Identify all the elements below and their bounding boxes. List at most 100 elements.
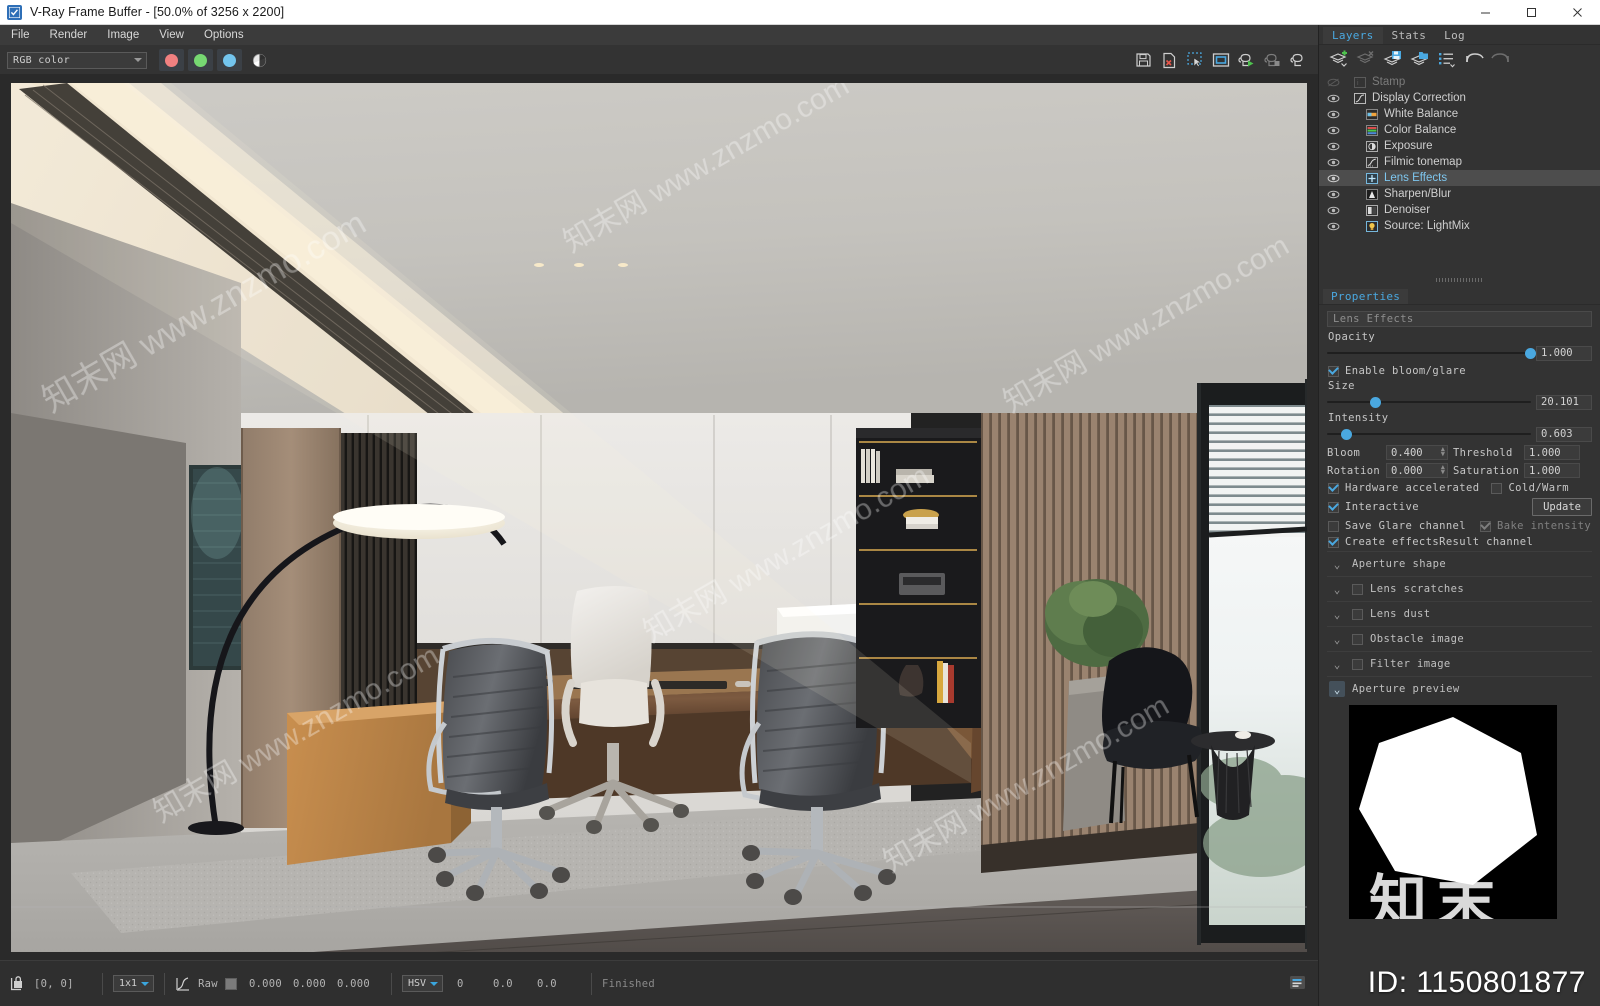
tab-log[interactable]: Log [1435, 27, 1474, 44]
saturation-value[interactable]: 1.000 [1524, 463, 1580, 478]
obstacle-image-checkbox[interactable] [1352, 633, 1363, 645]
menu-file[interactable]: File [2, 26, 39, 45]
bloom-spinner[interactable]: ▲ ▼ [1441, 446, 1445, 458]
size-slider-knob[interactable] [1369, 397, 1381, 408]
load-layers-icon[interactable] [1407, 48, 1432, 70]
show-vfb-window-icon[interactable] [1210, 49, 1232, 71]
eye-icon[interactable] [1325, 203, 1341, 217]
layer-row-sharpen-blur[interactable]: Sharpen/Blur [1319, 186, 1600, 202]
tab-stats[interactable]: Stats [1383, 27, 1436, 44]
alpha-channel-button[interactable] [248, 49, 270, 71]
threshold-value[interactable]: 1.000 [1524, 445, 1580, 460]
layer-row-source-lightmix[interactable]: Source: LightMix [1319, 218, 1600, 234]
color-curve-icon[interactable] [175, 976, 191, 992]
channel-select[interactable]: RGB color [7, 51, 147, 69]
opacity-slider[interactable] [1327, 346, 1536, 360]
filter-image-checkbox[interactable] [1352, 658, 1363, 670]
undo-icon[interactable] [1461, 48, 1486, 70]
region-render-icon[interactable] [1184, 49, 1206, 71]
image-viewport[interactable]: 知末网 www.znzmo.com 知末网 www.znzmo.com 知末网 … [0, 74, 1318, 960]
menu-render[interactable]: Render [41, 26, 97, 45]
enable-bloom-row[interactable]: Enable bloom/glare [1328, 365, 1592, 377]
section-aperture-shape[interactable]: ⌄ Aperture shape [1327, 551, 1592, 576]
create-effects-checkbox[interactable] [1328, 536, 1339, 548]
section-lens-scratches[interactable]: ⌄ Lens scratches [1327, 576, 1592, 601]
red-channel-button[interactable] [159, 49, 184, 71]
eye-icon[interactable] [1325, 155, 1341, 169]
layer-presets-icon[interactable] [1434, 48, 1459, 70]
green-channel-button[interactable] [188, 49, 213, 71]
color-mode-select[interactable]: HSV [401, 975, 443, 992]
opacity-slider-knob[interactable] [1524, 348, 1536, 359]
layer-row-white-balance[interactable]: White Balance [1319, 106, 1600, 122]
interactive-checkbox[interactable] [1328, 501, 1339, 513]
delete-layer-icon[interactable] [1353, 48, 1378, 70]
maximize-button[interactable] [1508, 0, 1554, 25]
layer-row-stamp[interactable]: i Stamp [1319, 74, 1600, 90]
dock-splitter[interactable] [1319, 274, 1600, 286]
update-button[interactable]: Update [1532, 498, 1592, 516]
size-slider[interactable] [1327, 395, 1531, 409]
stop-render-icon[interactable] [1262, 49, 1284, 71]
layer-row-display-correction[interactable]: Display Correction [1319, 90, 1600, 106]
opacity-value[interactable]: 1.000 [1536, 345, 1592, 361]
section-lens-dust[interactable]: ⌄ Lens dust [1327, 601, 1592, 626]
chevron-expand-icon[interactable]: ⌄ [1329, 606, 1345, 622]
eye-icon[interactable] [1325, 139, 1341, 153]
intensity-value[interactable]: 0.603 [1536, 426, 1592, 442]
hardware-accelerated-checkbox[interactable] [1328, 482, 1339, 494]
chevron-expand-icon[interactable]: ⌄ [1329, 581, 1345, 597]
enable-bloom-checkbox[interactable] [1328, 365, 1339, 377]
rotation-spinner[interactable]: ▲ ▼ [1441, 464, 1445, 476]
size-value[interactable]: 20.101 [1536, 394, 1592, 410]
layer-row-exposure[interactable]: Exposure [1319, 138, 1600, 154]
layer-row-filmic-tonemap[interactable]: Filmic tonemap [1319, 154, 1600, 170]
chevron-expand-icon[interactable]: ⌄ [1329, 656, 1345, 672]
start-render-icon[interactable] [1236, 49, 1258, 71]
bloom-value[interactable]: 0.400 ▲ ▼ [1386, 445, 1448, 460]
pixel-lock-icon[interactable] [10, 975, 24, 992]
chevron-expand-icon[interactable]: ⌄ [1329, 631, 1345, 647]
intensity-slider-knob[interactable] [1341, 429, 1353, 440]
save-layers-icon[interactable] [1380, 48, 1405, 70]
layer-row-color-balance[interactable]: Color Balance [1319, 122, 1600, 138]
eye-icon[interactable] [1325, 107, 1341, 121]
menu-view[interactable]: View [150, 26, 193, 45]
eye-icon[interactable] [1325, 123, 1341, 137]
add-layer-icon[interactable] [1326, 48, 1351, 70]
intensity-slider[interactable] [1327, 427, 1531, 441]
section-filter-image[interactable]: ⌄ Filter image [1327, 651, 1592, 676]
chevron-expand-icon[interactable]: ⌄ [1329, 556, 1345, 572]
eye-off-icon[interactable] [1325, 75, 1341, 89]
chevron-collapse-icon[interactable]: ⌄ [1329, 681, 1345, 697]
rotation-value[interactable]: 0.000 ▲ ▼ [1386, 463, 1448, 478]
minimize-button[interactable] [1462, 0, 1508, 25]
blue-channel-button[interactable] [217, 49, 242, 71]
tab-layers[interactable]: Layers [1323, 27, 1383, 44]
lens-dust-checkbox[interactable] [1352, 608, 1363, 620]
layer-row-denoiser[interactable]: Denoiser [1319, 202, 1600, 218]
eye-icon[interactable] [1325, 91, 1341, 105]
layer-name-field[interactable]: Lens Effects [1327, 311, 1592, 327]
menu-image[interactable]: Image [98, 26, 148, 45]
rendered-image[interactable]: 知末网 www.znzmo.com 知末网 www.znzmo.com 知末网 … [11, 83, 1307, 952]
section-obstacle-image[interactable]: ⌄ Obstacle image [1327, 626, 1592, 651]
layer-row-lens-effects[interactable]: Lens Effects [1319, 170, 1600, 186]
save-glare-checkbox[interactable] [1328, 520, 1339, 532]
lens-effects-icon [1365, 172, 1379, 185]
render-history-icon[interactable] [1289, 975, 1306, 993]
cold-warm-checkbox[interactable] [1491, 482, 1503, 494]
redo-icon[interactable] [1488, 48, 1513, 70]
menu-options[interactable]: Options [195, 26, 253, 45]
tab-properties[interactable]: Properties [1323, 289, 1409, 304]
section-aperture-preview[interactable]: ⌄ Aperture preview [1327, 676, 1592, 701]
lens-scratches-checkbox[interactable] [1352, 583, 1363, 595]
eye-icon[interactable] [1325, 219, 1341, 233]
eye-icon[interactable] [1325, 171, 1341, 185]
clear-image-icon[interactable] [1158, 49, 1180, 71]
eye-icon[interactable] [1325, 187, 1341, 201]
save-image-icon[interactable] [1132, 49, 1154, 71]
sample-size-select[interactable]: 1x1 [113, 975, 155, 992]
close-button[interactable] [1554, 0, 1600, 25]
render-last-icon[interactable] [1288, 49, 1310, 71]
